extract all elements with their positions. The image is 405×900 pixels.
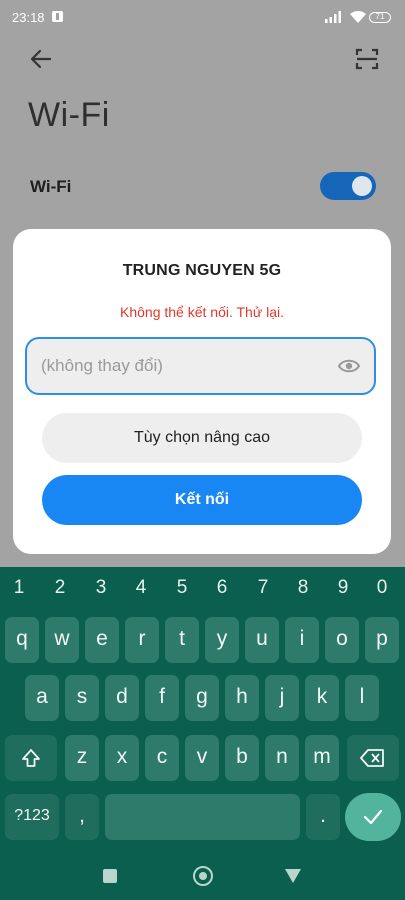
key-a[interactable]: a xyxy=(25,675,59,721)
space-key[interactable] xyxy=(105,794,300,840)
backspace-icon xyxy=(360,749,384,767)
key-e[interactable]: e xyxy=(85,617,119,663)
symbols-key[interactable]: ?123 xyxy=(5,794,59,840)
network-name: TRUNG NGUYEN 5G xyxy=(122,262,282,279)
wifi-connect-dialog: TRUNG NGUYEN 5G Không thể kết nối. Thử l… xyxy=(13,229,391,554)
key-1[interactable]: 1 xyxy=(5,577,33,599)
comma-key[interactable]: , xyxy=(65,794,99,840)
error-message: Không thể kết nối. Thử lại. xyxy=(120,304,284,320)
key-h[interactable]: h xyxy=(225,675,259,721)
key-m[interactable]: m xyxy=(305,735,339,781)
password-input[interactable] xyxy=(41,339,321,393)
key-p[interactable]: p xyxy=(365,617,399,663)
status-bar: 23:18 71 xyxy=(0,0,405,36)
shift-key[interactable] xyxy=(5,735,57,781)
arrow-left-icon[interactable] xyxy=(28,46,54,72)
number-row: 1 2 3 4 5 6 7 8 9 0 xyxy=(0,577,405,601)
connect-button[interactable]: Kết nối xyxy=(42,475,362,525)
circle-icon[interactable] xyxy=(193,866,213,886)
checkmark-icon xyxy=(363,809,383,825)
key-y[interactable]: y xyxy=(205,617,239,663)
notification-icon xyxy=(52,11,63,22)
key-o[interactable]: o xyxy=(325,617,359,663)
key-4[interactable]: 4 xyxy=(127,577,155,599)
key-9[interactable]: 9 xyxy=(329,577,357,599)
key-r[interactable]: r xyxy=(125,617,159,663)
enter-key[interactable] xyxy=(345,793,401,841)
signal-icon xyxy=(325,11,341,23)
wifi-toggle[interactable] xyxy=(320,172,376,200)
key-c[interactable]: c xyxy=(145,735,179,781)
key-q[interactable]: q xyxy=(5,617,39,663)
status-time: 23:18 xyxy=(12,10,45,25)
period-key[interactable]: . xyxy=(306,794,340,840)
page-title: Wi-Fi xyxy=(28,96,110,134)
backspace-key[interactable] xyxy=(347,735,399,781)
key-k[interactable]: k xyxy=(305,675,339,721)
key-z[interactable]: z xyxy=(65,735,99,781)
key-j[interactable]: j xyxy=(265,675,299,721)
key-7[interactable]: 7 xyxy=(249,577,277,599)
triangle-icon[interactable] xyxy=(285,869,301,883)
key-b[interactable]: b xyxy=(225,735,259,781)
square-icon[interactable] xyxy=(103,869,117,883)
password-field[interactable] xyxy=(25,337,376,395)
key-g[interactable]: g xyxy=(185,675,219,721)
key-6[interactable]: 6 xyxy=(208,577,236,599)
key-n[interactable]: n xyxy=(265,735,299,781)
toggle-knob xyxy=(352,176,372,196)
wifi-setting-label: Wi-Fi xyxy=(30,177,72,196)
battery-level: 71 xyxy=(375,12,385,21)
wifi-status-icon xyxy=(350,10,366,23)
key-2[interactable]: 2 xyxy=(46,577,74,599)
key-3[interactable]: 3 xyxy=(87,577,115,599)
shift-arrow-icon xyxy=(22,749,40,767)
key-0[interactable]: 0 xyxy=(368,577,396,599)
key-i[interactable]: i xyxy=(285,617,319,663)
key-w[interactable]: w xyxy=(45,617,79,663)
key-s[interactable]: s xyxy=(65,675,99,721)
key-8[interactable]: 8 xyxy=(289,577,317,599)
key-v[interactable]: v xyxy=(185,735,219,781)
key-x[interactable]: x xyxy=(105,735,139,781)
navigation-bar xyxy=(0,855,405,900)
battery-icon: 71 xyxy=(369,12,391,23)
keyboard: 1 2 3 4 5 6 7 8 9 0 q w e r t y u i o p … xyxy=(0,567,405,855)
eye-icon[interactable] xyxy=(338,356,360,376)
qr-scan-icon[interactable] xyxy=(354,46,380,72)
key-d[interactable]: d xyxy=(105,675,139,721)
key-t[interactable]: t xyxy=(165,617,199,663)
key-5[interactable]: 5 xyxy=(168,577,196,599)
key-u[interactable]: u xyxy=(245,617,279,663)
key-l[interactable]: l xyxy=(345,675,379,721)
advanced-options-button[interactable]: Tùy chọn nâng cao xyxy=(42,413,362,463)
key-f[interactable]: f xyxy=(145,675,179,721)
